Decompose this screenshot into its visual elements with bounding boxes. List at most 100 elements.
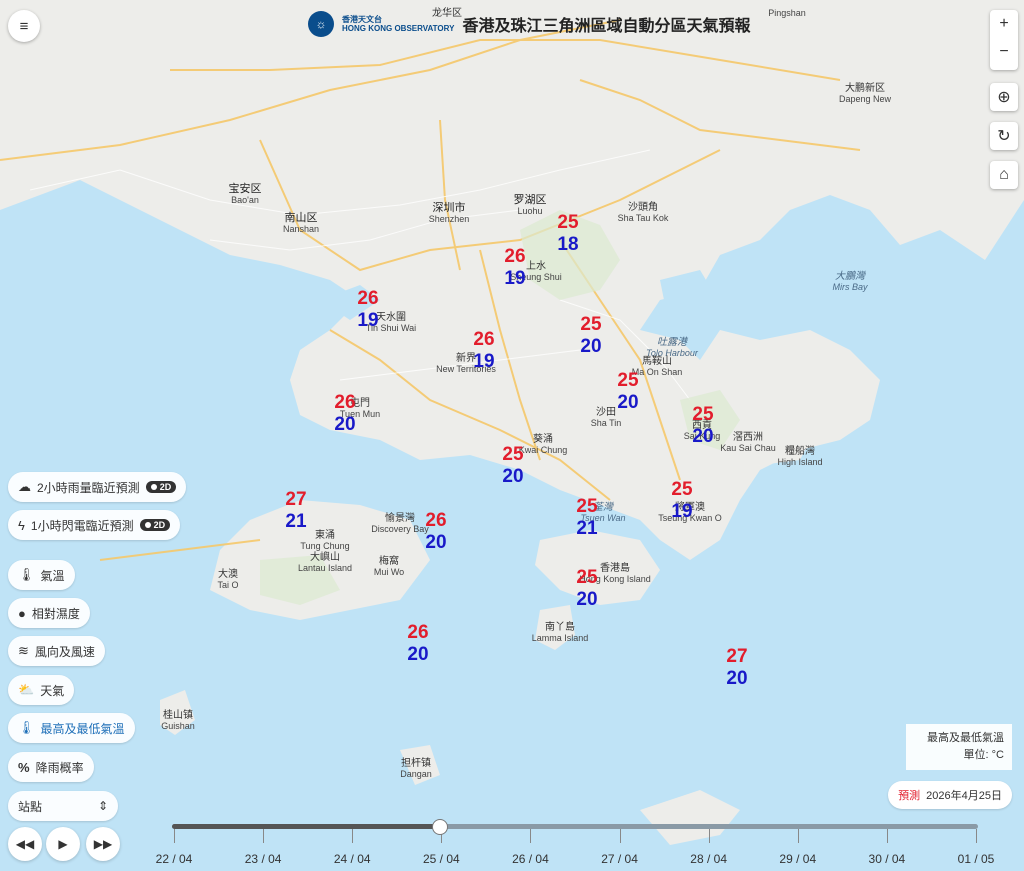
2d-toggle[interactable]: 2D [139, 519, 171, 531]
timeline-date-label[interactable]: 22 / 04 [156, 852, 193, 866]
map-background[interactable] [0, 0, 1024, 871]
temp-marker[interactable]: 26 19 [504, 246, 525, 290]
place-name-zh: 龙华区 [432, 8, 462, 19]
temp-marker[interactable]: 26 20 [334, 392, 355, 436]
min-temp: 21 [285, 511, 307, 532]
temp-marker[interactable]: 27 21 [285, 489, 306, 533]
home-button[interactable]: ⌂ [990, 161, 1018, 189]
layer-rainfall-nowcast[interactable]: ☁ 2小時雨量臨近預測 2D [8, 472, 187, 502]
timeline-tick [352, 829, 354, 843]
layer-label: 2小時雨量臨近預測 [37, 480, 140, 495]
place-name-en: Shenzhen [428, 214, 470, 224]
layer-rain-probability[interactable]: % 降雨概率 [8, 752, 94, 782]
place-label: 担杆镇 Dangan [400, 758, 432, 780]
menu-button[interactable]: ≡ [8, 10, 40, 42]
max-temp: 26 [425, 510, 447, 531]
temp-marker[interactable]: 25 20 [692, 404, 713, 448]
timeline-progress [172, 824, 440, 829]
updown-icon: ⇕ [97, 799, 108, 813]
place-name-zh: 沙頭角 [628, 202, 658, 213]
zoom-out-button[interactable]: − [990, 38, 1018, 66]
place-name-en: Bao'an [231, 195, 259, 205]
layer-wind[interactable]: ≋ 風向及風速 [8, 636, 105, 666]
place-label: 宝安区 Bao'an [229, 184, 262, 206]
temp-marker[interactable]: 26 19 [357, 288, 378, 332]
timeline-date-label[interactable]: 25 / 04 [423, 852, 460, 866]
station-select[interactable]: 站點 ⇕ [8, 791, 118, 821]
temp-marker[interactable]: 26 20 [407, 622, 428, 666]
timeline-date-label[interactable]: 28 / 04 [690, 852, 727, 866]
timeline-date-label[interactable]: 29 / 04 [779, 852, 816, 866]
timeline-tick [263, 829, 265, 843]
2d-toggle[interactable]: 2D [145, 481, 177, 493]
layer-humidity[interactable]: ● 相對濕度 [8, 598, 90, 628]
timeline-handle[interactable] [432, 819, 448, 835]
timeline-date-label[interactable]: 26 / 04 [512, 852, 549, 866]
temp-marker[interactable]: 25 20 [576, 567, 597, 611]
layer-weather[interactable]: ⛅ 天氣 [8, 675, 75, 705]
place-name-en: Kwai Chung [518, 445, 568, 455]
place-name-zh: 南丫島 [545, 622, 575, 633]
timeline-date-label[interactable]: 30 / 04 [869, 852, 906, 866]
place-label: 沙頭角 Sha Tau Kok [618, 202, 669, 224]
place-label: 葵涌 Kwai Chung [519, 434, 568, 456]
legend-unit: 單位: °C [963, 749, 1004, 761]
temp-marker[interactable]: 25 21 [576, 496, 597, 540]
locate-button[interactable]: ⊕ [990, 83, 1018, 111]
min-temp: 20 [726, 668, 748, 689]
thermometer-icon: 🌡 [18, 567, 35, 582]
logo-text-en: HONG KONG OBSERVATORY [342, 24, 455, 33]
fast-forward-icon: ▶▶ [93, 837, 113, 851]
refresh-button[interactable]: ↻ [990, 122, 1018, 150]
timeline-tick [797, 829, 799, 843]
max-temp: 27 [285, 489, 307, 510]
timeline-date-label[interactable]: 01 / 05 [958, 852, 995, 866]
timeline-date-label[interactable]: 24 / 04 [334, 852, 371, 866]
layer-max-min-temp[interactable]: 🌡 最高及最低氣溫 [8, 713, 135, 743]
max-temp: 25 [671, 479, 693, 500]
place-label: 南山区 Nanshan [283, 213, 319, 235]
place-name-en: Nanshan [282, 224, 320, 234]
lightning-icon: ϟ [18, 517, 25, 533]
max-temp: 26 [473, 329, 495, 350]
place-name-en: Dangan [400, 769, 432, 779]
place-label: 滘西洲 Kau Sai Chau [720, 432, 776, 454]
timeline-date-label[interactable]: 23 / 04 [245, 852, 282, 866]
step-forward-button[interactable]: ▶▶ [86, 827, 120, 861]
zoom-in-button[interactable]: + [990, 10, 1018, 38]
max-temp: 25 [576, 496, 598, 517]
station-select-value: 站點 [18, 799, 43, 814]
place-label: 梅窩 Mui Wo [374, 556, 404, 578]
forecast-date-pill: 預測 2026年4月25日 [888, 781, 1012, 809]
place-label: 罗湖区 Luohu [514, 195, 547, 217]
temp-marker[interactable]: 26 19 [473, 329, 494, 373]
temp-marker[interactable]: 25 19 [671, 479, 692, 523]
rain-cloud-icon: ☁ [18, 479, 31, 494]
temp-marker[interactable]: 25 20 [580, 314, 601, 358]
timeline-tick [976, 829, 977, 843]
play-button[interactable]: ▶ [46, 827, 80, 861]
step-back-button[interactable]: ◀◀ [8, 827, 42, 861]
min-temp: 20 [576, 589, 598, 610]
timeline-date-label[interactable]: 27 / 04 [601, 852, 638, 866]
temp-marker[interactable]: 25 18 [557, 212, 578, 256]
place-name-en: Mui Wo [373, 567, 405, 577]
layer-label: 相對濕度 [31, 606, 80, 621]
min-temp: 20 [692, 426, 714, 447]
max-temp: 26 [407, 622, 429, 643]
weather-icon: ⛅ [18, 682, 35, 697]
temp-marker[interactable]: 27 20 [726, 646, 747, 690]
min-temp: 20 [425, 532, 447, 553]
temp-marker[interactable]: 25 20 [617, 370, 638, 414]
temp-marker[interactable]: 25 20 [502, 444, 523, 488]
place-name-zh: 大鵬灣 [834, 271, 865, 282]
place-name-en: Discovery Bay [371, 524, 429, 534]
timeline-tick [174, 829, 175, 843]
temp-marker[interactable]: 26 20 [425, 510, 446, 554]
layer-temperature[interactable]: 🌡 氣溫 [8, 560, 75, 590]
place-name-en: Guishan [161, 721, 195, 731]
layer-lightning-nowcast[interactable]: ϟ 1小時閃電臨近預測 2D [8, 510, 181, 540]
layer-label: 降雨概率 [35, 760, 84, 775]
place-name-zh: 大澳 [217, 569, 238, 580]
place-label: 大鵬灣 Mirs Bay [832, 271, 867, 293]
